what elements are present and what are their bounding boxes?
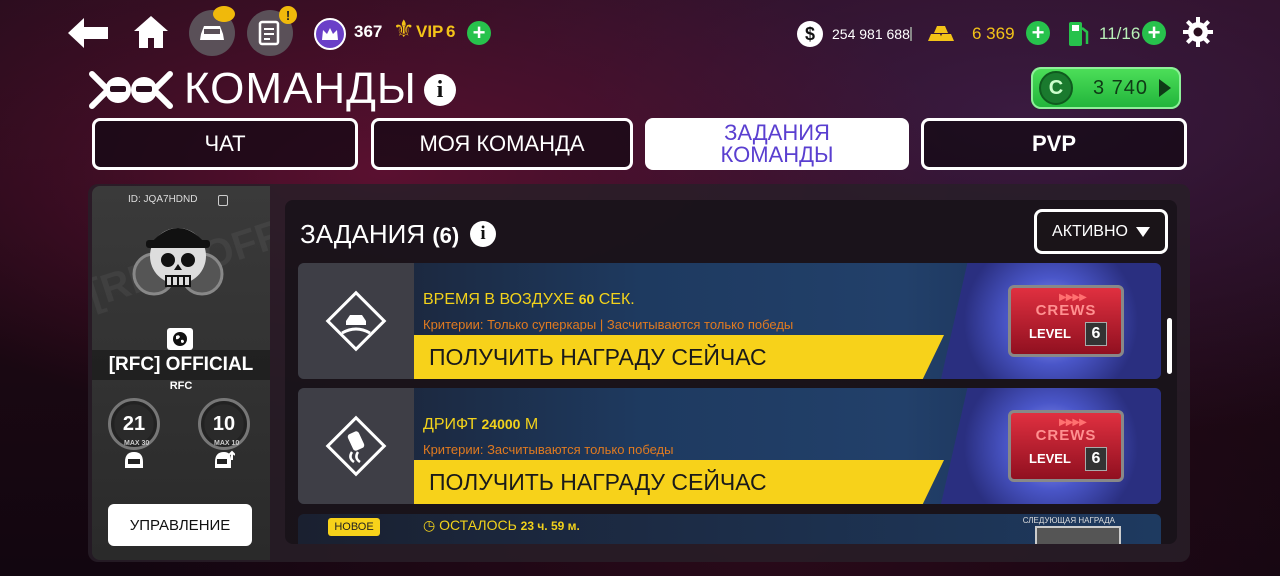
- drift-car-icon: [325, 415, 387, 477]
- tasks-title-text: ЗАДАНИЯ: [300, 219, 426, 249]
- fuel-add-button[interactable]: +: [1142, 21, 1166, 45]
- reward-zone: ▶▶▶▶ CREWS LEVEL 6: [941, 263, 1161, 379]
- timer-label: ОСТАЛОСЬ: [439, 517, 517, 533]
- checklist-icon: [258, 20, 280, 46]
- crew-skull-emblem-icon: [130, 214, 226, 306]
- vip-fleur-icon: ⚜: [393, 16, 415, 43]
- claim-reward-button[interactable]: ПОЛУЧИТЬ НАГРАДУ СЕЙЧАС: [414, 335, 944, 379]
- manage-button[interactable]: УПРАВЛЕНИЕ: [108, 504, 252, 546]
- tab-chat[interactable]: ЧАТ: [92, 118, 358, 170]
- member-helmet-icon: [123, 450, 145, 472]
- cash-icon: $: [797, 21, 823, 47]
- claim-reward-button[interactable]: ПОЛУЧИТЬ НАГРАДУ СЕЙЧАС: [414, 460, 944, 504]
- globe-icon: [167, 328, 193, 350]
- timer-value: 23 ч. 59 м.: [520, 519, 580, 533]
- level-value: 367: [354, 22, 383, 41]
- members-max: MAX 30: [124, 440, 150, 447]
- airtime-car-icon: [325, 290, 387, 352]
- new-badge: НОВОЕ: [328, 518, 380, 536]
- tasks-count: (6): [432, 223, 460, 248]
- task-amount: 24000: [481, 416, 521, 432]
- reward-zone: ▶▶▶▶ CREWS LEVEL 6: [941, 388, 1161, 504]
- vip-add-button[interactable]: +: [467, 21, 491, 45]
- next-reward-crate-icon: [1035, 526, 1121, 544]
- copy-icon[interactable]: [218, 195, 228, 206]
- tab-crew-tasks-line1: ЗАДАНИЯ: [724, 120, 830, 145]
- settings-gear-icon[interactable]: [1182, 16, 1214, 48]
- home-icon: [134, 16, 168, 48]
- play-arrow-icon: [1159, 79, 1171, 97]
- filter-label: АКТИВНО: [1052, 222, 1128, 240]
- task-title-text: ДРИФТ: [423, 416, 478, 433]
- gold-value: 6 369: [972, 24, 1015, 43]
- vip-value: 6: [446, 22, 456, 41]
- task-card[interactable]: ВРЕМЯ В ВОЗДУХЕ 60 СЕК. Критерии: Только…: [298, 263, 1161, 379]
- tasks-info-button[interactable]: i: [470, 221, 496, 247]
- task-icon-box: [298, 388, 414, 504]
- shop-badge-icon: [213, 6, 235, 22]
- task-title-text: ВРЕМЯ В ВОЗДУХЕ: [423, 291, 575, 308]
- back-button[interactable]: [66, 16, 110, 50]
- reward-level-value: 6: [1085, 447, 1107, 471]
- back-arrow-icon: [68, 18, 108, 48]
- officers-max: MAX 10: [214, 440, 240, 447]
- gold-bars-icon: [926, 24, 956, 42]
- crew-name: [RFC] OFFICIAL: [92, 350, 270, 380]
- task-criteria: Критерии: Засчитываются только победы: [423, 442, 674, 457]
- crews-logo-icon: [88, 68, 174, 112]
- reward-level-label: LEVEL: [1029, 451, 1071, 466]
- tab-crew-tasks[interactable]: ЗАДАНИЯ КОМАНДЫ: [645, 118, 909, 170]
- reward-level-label: LEVEL: [1029, 326, 1071, 341]
- filter-dropdown[interactable]: АКТИВНО: [1034, 209, 1168, 254]
- tasks-title: ЗАДАНИЯ (6): [300, 219, 459, 250]
- cash-value: 254 981 688: [832, 26, 910, 42]
- task-amount: 60: [578, 291, 595, 307]
- reward-level-value: 6: [1085, 322, 1107, 346]
- car-icon: [200, 26, 224, 40]
- reward-brand: CREWS: [1035, 302, 1097, 319]
- divider: [910, 27, 912, 41]
- members-value: 21: [122, 412, 146, 435]
- crew-tag: RFC: [169, 380, 193, 392]
- garage-button[interactable]: [189, 6, 235, 56]
- crews-reward-crate-icon: ▶▶▶▶ CREWS LEVEL 6: [1008, 285, 1124, 357]
- task-timer: ◷ ОСТАЛОСЬ 23 ч. 59 м.: [423, 517, 580, 534]
- title-info-button[interactable]: i: [424, 74, 456, 106]
- officer-helmet-icon: [213, 450, 236, 472]
- level-crown-icon: [314, 18, 346, 50]
- tasks-scrollbar[interactable]: [1167, 318, 1172, 374]
- reward-brand: CREWS: [1035, 427, 1097, 444]
- task-icon-box: [298, 263, 414, 379]
- dropdown-triangle-icon: [1135, 226, 1150, 237]
- clock-icon: ◷: [423, 517, 436, 533]
- task-unit: СЕК.: [598, 291, 635, 308]
- crew-id: ID: JQA7HDND: [128, 194, 198, 205]
- task-card[interactable]: ДРИФТ 24000 М Критерии: Засчитываются то…: [298, 388, 1161, 504]
- fuel-icon: [1067, 18, 1089, 48]
- alert-badge: !: [279, 6, 297, 24]
- tasks-button[interactable]: !: [247, 6, 297, 56]
- task-title: ДРИФТ 24000 М: [423, 416, 538, 434]
- gold-add-button[interactable]: +: [1026, 21, 1050, 45]
- fuel-value: 11/16: [1099, 24, 1141, 43]
- crew-coins-button[interactable]: C 3 740: [1031, 67, 1181, 109]
- next-reward-label: СЛЕДУЮЩАЯ НАГРАДА: [1022, 516, 1115, 525]
- crews-reward-crate-icon: ▶▶▶▶ CREWS LEVEL 6: [1008, 410, 1124, 482]
- vip-label: VIP: [416, 22, 444, 41]
- page-title: КОМАНДЫ: [184, 64, 417, 113]
- officers-value: 10: [212, 412, 236, 435]
- task-card-partial[interactable]: НОВОЕ ◷ ОСТАЛОСЬ 23 ч. 59 м. СЛЕДУЮЩАЯ Н…: [298, 514, 1161, 544]
- home-button[interactable]: [132, 14, 170, 50]
- crew-coin-icon: C: [1039, 71, 1073, 105]
- task-unit: М: [524, 416, 539, 433]
- crew-coins-value: 3 740: [1093, 76, 1149, 99]
- task-criteria: Критерии: Только суперкары | Засчитывают…: [423, 317, 794, 332]
- task-title: ВРЕМЯ В ВОЗДУХЕ 60 СЕК.: [423, 291, 635, 309]
- tab-pvp[interactable]: PVP: [921, 118, 1187, 170]
- tab-crew-tasks-line2: КОМАНДЫ: [720, 142, 834, 167]
- tab-my-team[interactable]: МОЯ КОМАНДА: [371, 118, 633, 170]
